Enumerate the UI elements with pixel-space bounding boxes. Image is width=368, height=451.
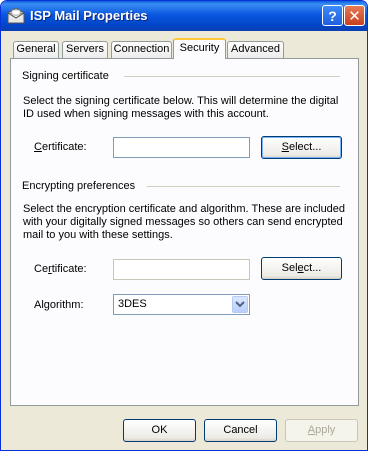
ok-button[interactable]: OK (123, 419, 196, 442)
tab-servers[interactable]: Servers (62, 41, 108, 58)
encrypting-description: Select the encryption certificate and al… (23, 203, 346, 241)
encrypting-certificate-label: Certificate: (34, 263, 87, 275)
title-bar[interactable]: ISP Mail Properties ? ✕ (1, 1, 367, 31)
encrypting-group-divider (147, 186, 340, 187)
algorithm-select[interactable]: 3DES (113, 294, 250, 315)
algorithm-label: Algorithm: (34, 299, 84, 311)
signing-group-title: Signing certificate (22, 70, 109, 82)
signing-description: Select the signing certificate below. Th… (23, 95, 339, 120)
close-button[interactable]: ✕ (344, 5, 365, 26)
properties-dialog: ISP Mail Properties ? ✕ General Servers … (0, 0, 368, 451)
tab-security[interactable]: Security (173, 38, 226, 59)
window-title: ISP Mail Properties (30, 8, 148, 23)
help-button[interactable]: ? (322, 5, 343, 26)
tab-connection[interactable]: Connection (111, 41, 172, 58)
signing-certificate-label: Certificate: (34, 141, 87, 153)
algorithm-value: 3DES (118, 298, 147, 310)
encrypting-certificate-field (113, 259, 250, 280)
encrypting-select-button[interactable]: Select... (261, 257, 342, 280)
apply-button[interactable]: Apply (285, 419, 358, 442)
signing-group-divider (124, 76, 340, 77)
tab-general[interactable]: General (13, 41, 59, 58)
encrypting-group-title: Encrypting preferences (22, 180, 136, 192)
mail-account-icon (7, 7, 25, 24)
chevron-down-icon[interactable] (232, 296, 248, 313)
cancel-button[interactable]: Cancel (204, 419, 277, 442)
signing-certificate-field[interactable] (113, 137, 250, 158)
signing-select-button[interactable]: Select... (261, 136, 342, 159)
tab-advanced[interactable]: Advanced (227, 41, 284, 58)
